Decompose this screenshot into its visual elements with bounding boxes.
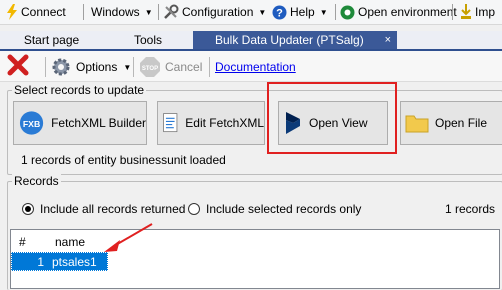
row-number: 1 (37, 255, 44, 269)
close-icon[interactable]: × (385, 31, 391, 49)
chevron-down-icon: ▼ (258, 7, 267, 17)
edit-fetchxml-button[interactable]: Edit FetchXML (157, 101, 265, 145)
imp-menu[interactable]: Imp (460, 3, 495, 21)
column-header-number[interactable]: # (19, 234, 26, 250)
row-name-cell: ptsales1 (52, 255, 97, 269)
fetchxml-builder-button[interactable]: FXB FetchXML Builder (13, 101, 147, 145)
lightning-icon (7, 4, 17, 20)
help-label: Help (290, 5, 315, 19)
annotation-highlight-box (267, 82, 397, 154)
fetchxml-builder-icon: FXB (19, 111, 44, 135)
include-all-label: Include all records returned (40, 202, 186, 216)
options-label: Options (76, 60, 118, 74)
close-tool-button[interactable] (7, 54, 29, 76)
gear-icon (52, 58, 70, 76)
tab-label: Start page (23, 33, 80, 47)
open-environment-label: Open environment (358, 5, 457, 19)
open-file-label: Open File (435, 116, 488, 130)
records-count: 1 records (445, 202, 496, 216)
open-environment-menu[interactable]: Open environment (340, 3, 457, 21)
toolbar-divider (209, 57, 210, 77)
imp-label: Imp (475, 5, 496, 19)
include-selected-label: Include selected records only (206, 202, 362, 216)
wrench-icon (164, 4, 179, 19)
stop-icon: STOP (140, 57, 160, 77)
help-icon: ? (272, 5, 287, 19)
chevron-down-icon: ▼ (319, 7, 328, 17)
menu-divider (158, 4, 159, 20)
records-grid[interactable]: # name 1 ptsales1 (10, 229, 500, 289)
radio-unselected-icon (188, 203, 200, 215)
tab-label: Bulk Data Updater (PTSalg) (215, 33, 364, 47)
select-records-legend: Select records to update (12, 83, 147, 97)
cancel-button[interactable]: STOP Cancel (139, 57, 202, 77)
red-x-icon (7, 54, 29, 76)
edit-fetchxml-label: Edit FetchXML (185, 116, 264, 130)
toolbar-divider (133, 57, 134, 77)
table-row[interactable]: 1 ptsales1 (11, 252, 108, 271)
menu-divider (452, 4, 453, 20)
options-button[interactable]: Options ▼ (50, 57, 131, 77)
import-icon (461, 4, 471, 19)
menu-bar: Connect Windows ▼ Configuration ▼ ? Help… (0, 0, 502, 25)
records-legend: Records (12, 174, 61, 188)
connect-menu[interactable]: Connect (6, 3, 66, 21)
folder-icon (405, 115, 429, 133)
connect-label: Connect (21, 5, 66, 19)
include-all-radio[interactable]: Include all records returned (22, 202, 185, 216)
toolbar: Options ▼ STOP Cancel Documentation (0, 51, 502, 82)
menu-divider (83, 4, 84, 20)
tab-strip: Start page Tools Bulk Data Updater (PTSa… (0, 31, 502, 51)
column-header-name[interactable]: name (55, 234, 85, 250)
environment-icon (340, 5, 355, 19)
open-file-button[interactable]: Open File (400, 101, 502, 145)
toolbar-divider (45, 57, 46, 77)
include-selected-radio[interactable]: Include selected records only (188, 202, 361, 216)
load-status-text: 1 records of entity businessunit loaded (21, 153, 226, 167)
svg-text:?: ? (276, 7, 283, 19)
fetchxml-builder-label: FetchXML Builder (51, 116, 146, 130)
configuration-menu[interactable]: Configuration ▼ (163, 3, 266, 21)
chevron-down-icon: ▼ (123, 62, 132, 72)
windows-menu[interactable]: Windows ▼ (91, 3, 153, 21)
tab-tools[interactable]: Tools (103, 31, 193, 49)
tab-bulk-data-updater[interactable]: Bulk Data Updater (PTSalg) × (193, 31, 397, 49)
svg-text:FXB: FXB (23, 119, 40, 129)
tab-start-page[interactable]: Start page (0, 31, 103, 49)
cancel-label: Cancel (165, 60, 203, 74)
windows-label: Windows (91, 5, 140, 19)
annotation-arrow-icon (104, 223, 153, 252)
menu-divider (335, 4, 336, 20)
help-menu[interactable]: ? Help ▼ (272, 3, 328, 21)
chevron-down-icon: ▼ (144, 7, 153, 17)
document-edit-icon (163, 113, 178, 133)
tab-label: Tools (133, 33, 162, 47)
configuration-label: Configuration (182, 5, 254, 19)
documentation-link[interactable]: Documentation (215, 57, 296, 77)
radio-selected-icon (22, 203, 34, 215)
svg-text:STOP: STOP (142, 66, 158, 72)
